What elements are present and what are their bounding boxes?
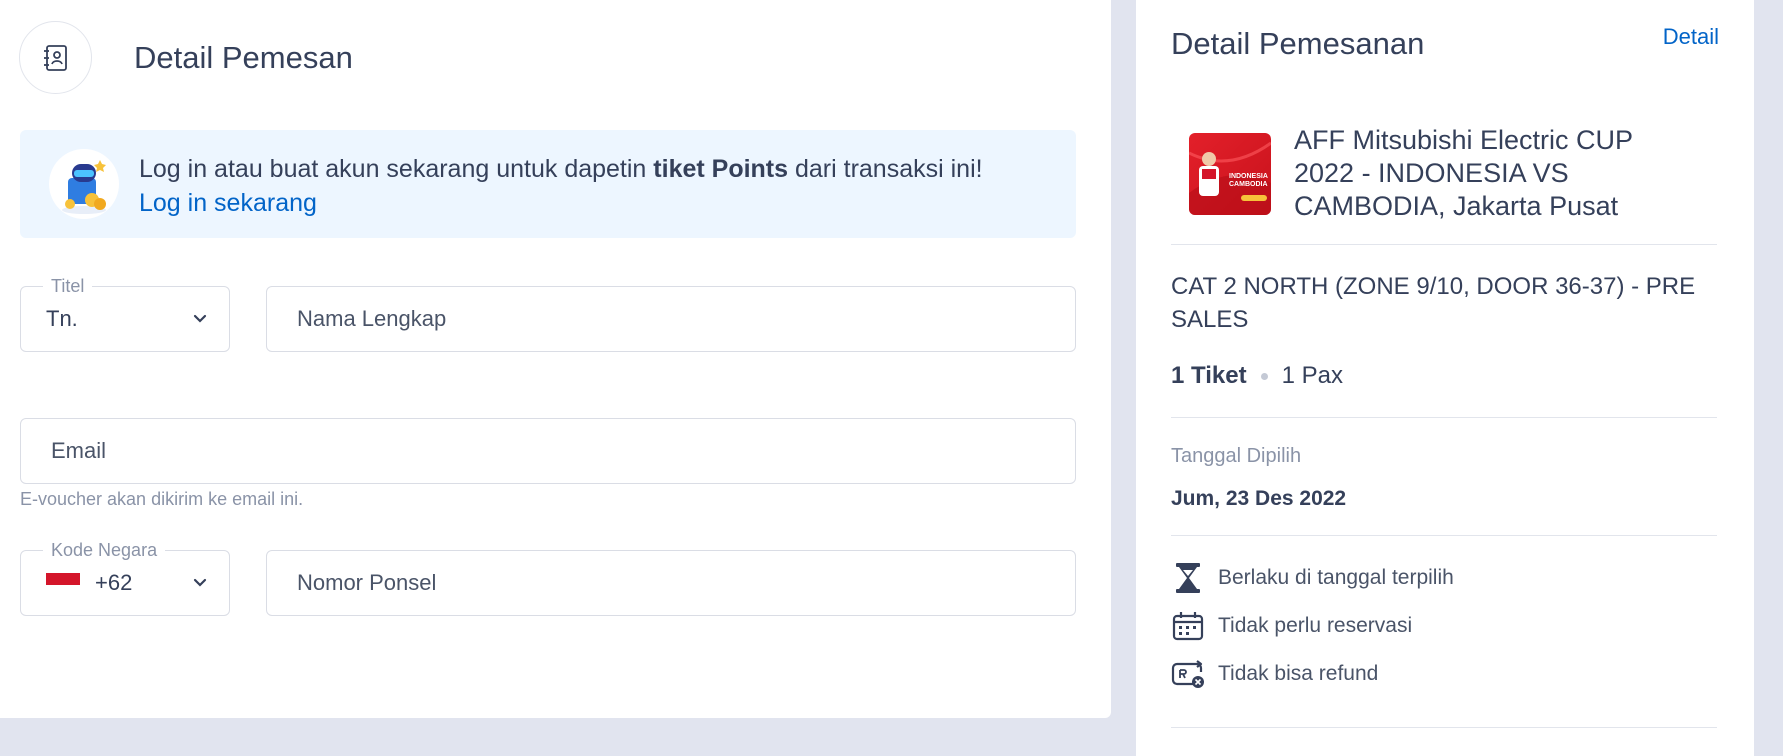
login-now-link[interactable]: Log in sekarang [139, 186, 317, 220]
booker-section-title: Detail Pemesan [134, 39, 353, 75]
policy-no-reservation: Tidak perlu reservasi [1171, 609, 1412, 643]
chevron-down-icon [193, 578, 207, 587]
title-select[interactable]: Titel Tn. [20, 275, 230, 352]
country-code-select[interactable]: Kode Negara +62 [20, 539, 230, 616]
ticket-count: 1 Tiket [1171, 362, 1247, 389]
order-details-title: Detail Pemesanan [1171, 26, 1425, 61]
title-select-label: Titel [43, 275, 93, 297]
ticket-quantity: 1 Tiket 1 Pax [1171, 362, 1343, 390]
event-thumbnail: INDONESIA CAMBODIA [1189, 133, 1271, 215]
login-promo-text-part: Log in atau buat akun sekarang untuk dap… [139, 155, 654, 183]
title-select-value: Tn. [46, 306, 78, 331]
separator-dot [1260, 372, 1268, 380]
detail-link[interactable]: Detail [1663, 24, 1719, 50]
divider [1171, 417, 1717, 418]
policy-text: Tidak perlu reservasi [1218, 614, 1413, 637]
full-name-field[interactable]: Nama Lengkap [266, 286, 1076, 352]
event-thumbnail-text: INDONESIA CAMBODIA [1229, 173, 1268, 188]
country-code-label: Kode Negara [43, 539, 166, 561]
booker-section-header: Detail Pemesan [19, 21, 353, 94]
event-title: AFF Mitsubishi Electric CUP 2022 - INDON… [1294, 125, 1633, 221]
pax-count: 1 Pax [1281, 362, 1343, 389]
divider [1171, 535, 1717, 536]
policy-no-refund: Tidak bisa refund [1171, 657, 1378, 691]
login-promo-text: Log in atau buat akun sekarang untuk dap… [139, 152, 983, 186]
hourglass-icon [1171, 561, 1205, 595]
calendar-icon [1171, 609, 1205, 643]
selected-date-value: Jum, 23 Des 2022 [1171, 487, 1347, 510]
policy-text: Berlaku di tanggal terpilih [1218, 566, 1454, 589]
full-name-placeholder: Nama Lengkap [297, 306, 447, 331]
points-illustration-icon [48, 148, 120, 220]
policy-text: Tidak bisa refund [1218, 662, 1379, 685]
chevron-down-icon [193, 314, 207, 323]
email-helper-text: E-voucher akan dikirim ke email ini. [20, 489, 304, 509]
email-placeholder: Email [51, 438, 107, 463]
login-promo-text-part: dari transaksi ini! [788, 155, 983, 183]
login-promo-banner: Log in atau buat akun sekarang untuk dap… [20, 130, 1076, 238]
divider [1171, 244, 1717, 245]
no-refund-icon [1171, 657, 1205, 691]
selected-date-label: Tanggal Dipilih [1171, 445, 1302, 467]
phone-number-placeholder: Nomor Ponsel [297, 570, 437, 595]
indonesia-flag-icon [46, 573, 80, 597]
contact-book-icon [19, 21, 92, 94]
tiket-points-label: tiket Points [653, 155, 789, 183]
country-code-value: +62 [95, 570, 133, 595]
divider [1171, 727, 1717, 728]
order-details-card: Detail Pemesanan Detail INDONESIA CAMBOD… [1136, 0, 1754, 756]
ticket-category: CAT 2 NORTH (ZONE 9/10, DOOR 36-37) - PR… [1171, 273, 1696, 333]
email-field[interactable]: Email [20, 418, 1076, 484]
booker-details-card: Detail Pemesan Log in atau buat akun sek… [0, 0, 1111, 718]
phone-number-field[interactable]: Nomor Ponsel [266, 550, 1076, 616]
policy-valid-date: Berlaku di tanggal terpilih [1171, 561, 1454, 595]
